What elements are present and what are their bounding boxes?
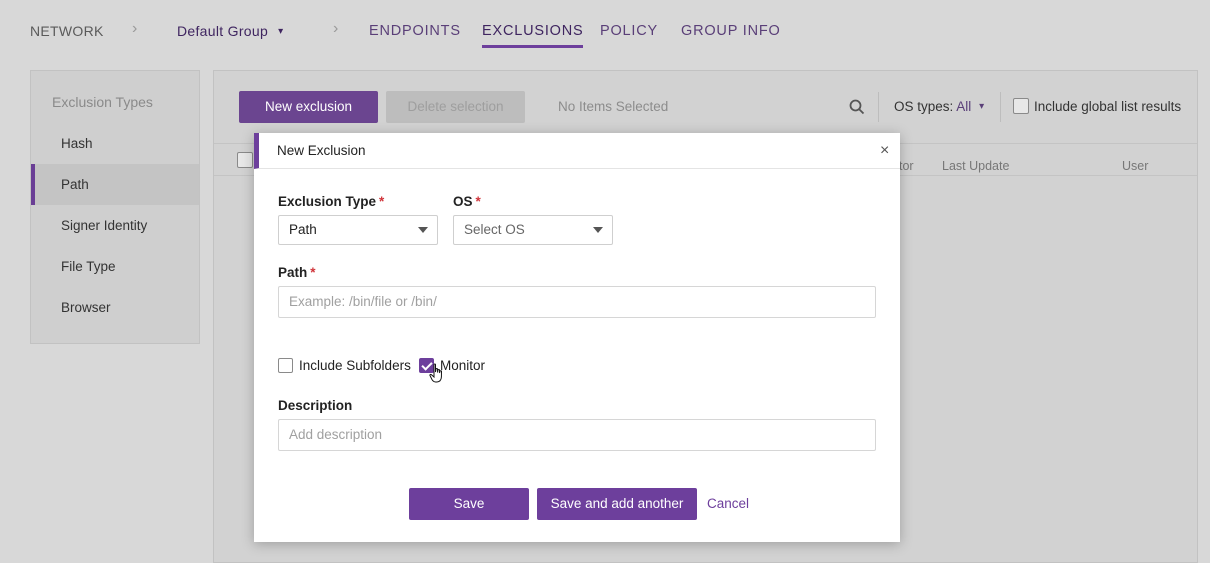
top-navigation: NETWORK › Default Group ▾ › ENDPOINTS EXC… [0,0,1210,62]
selection-status: No Items Selected [558,99,669,114]
save-and-add-another-button[interactable]: Save and add another [537,488,697,520]
include-subfolders-option[interactable]: Include Subfolders [278,358,411,373]
exclusion-type-select[interactable]: Path [278,215,438,245]
required-marker: * [379,194,385,209]
description-input[interactable]: Add description [278,419,876,451]
monitor-label: Monitor [440,358,486,373]
breadcrumb-separator-icon: › [333,20,339,37]
os-select-placeholder: Select OS [464,222,525,237]
tab-policy[interactable]: POLICY [600,23,658,39]
include-global-toggle[interactable]: Include global list results [1013,98,1181,114]
group-selector[interactable]: Default Group ▾ [177,23,283,39]
include-subfolders-label: Include Subfolders [299,358,411,373]
os-select[interactable]: Select OS [453,215,613,245]
new-exclusion-button[interactable]: New exclusion [239,91,378,123]
required-marker: * [310,265,316,280]
close-icon[interactable]: × [880,142,889,160]
include-global-checkbox[interactable] [1013,98,1029,114]
caret-down-icon [593,227,603,233]
column-header[interactable]: tor [899,159,914,173]
toolbar-divider [1000,92,1001,122]
cancel-button[interactable]: Cancel [707,496,749,511]
save-button[interactable]: Save [409,488,529,520]
column-header-user[interactable]: User [1122,159,1148,173]
dialog-header: New Exclusion × [254,133,900,169]
caret-down-icon [418,227,428,233]
os-types-value: All [956,99,972,114]
path-label: Path * [278,265,316,280]
chevron-down-icon: ▾ [979,101,985,112]
toolbar-divider [878,92,879,122]
delete-selection-button[interactable]: Delete selection [386,91,525,123]
path-label-text: Path [278,265,308,280]
breadcrumb-separator-icon: › [132,20,138,37]
os-types-label: OS types: [894,99,954,114]
os-label-text: OS [453,194,473,209]
description-label: Description [278,398,353,413]
sidebar-item-file-type[interactable]: File Type [31,246,199,287]
new-exclusion-dialog: New Exclusion × Exclusion Type * Path OS *… [254,133,900,542]
group-selector-label: Default Group [177,23,269,39]
sidebar-item-signer-identity[interactable]: Signer Identity [31,205,199,246]
exclusion-type-value: Path [289,222,317,237]
column-header-last-update[interactable]: Last Update [942,159,1009,173]
tab-endpoints[interactable]: ENDPOINTS [369,23,461,39]
sidebar-item-hash[interactable]: Hash [31,123,199,164]
os-label: OS * [453,194,481,209]
sidebar-heading: Exclusion Types [52,94,153,110]
os-types-filter[interactable]: OS types: All ▾ [894,99,984,114]
sidebar-item-path[interactable]: Path [31,164,199,205]
exclusion-type-label: Exclusion Type * [278,194,384,209]
include-global-label: Include global list results [1034,98,1182,114]
required-marker: * [475,194,481,209]
search-icon[interactable] [848,98,866,116]
tab-exclusions[interactable]: EXCLUSIONS [482,23,584,48]
exclusion-types-sidebar: Exclusion Types Hash Path Signer Identit… [30,70,200,344]
exclusion-type-label-text: Exclusion Type [278,194,377,209]
tab-group-info[interactable]: GROUP INFO [681,23,781,39]
sidebar-item-browser[interactable]: Browser [31,287,199,328]
hand-cursor-icon [429,363,443,383]
breadcrumb-network[interactable]: NETWORK [30,23,104,39]
chevron-down-icon: ▾ [278,26,284,37]
select-all-checkbox[interactable] [237,152,253,168]
dialog-title: New Exclusion [277,143,366,158]
include-subfolders-checkbox[interactable] [278,358,293,373]
path-input[interactable]: Example: /bin/file or /bin/ [278,286,876,318]
